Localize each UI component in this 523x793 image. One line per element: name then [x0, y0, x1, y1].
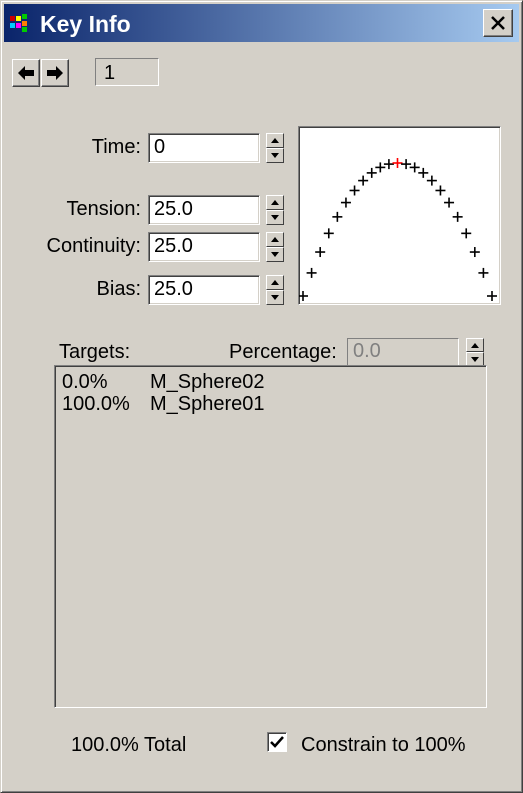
chevron-up-icon [271, 138, 279, 143]
curve-point [358, 175, 369, 186]
curve-point [349, 185, 360, 196]
app-icon [10, 14, 27, 32]
list-item[interactable]: 100.0% M_Sphere01 [55, 393, 486, 415]
chevron-up-icon [471, 342, 479, 348]
curve-point [315, 247, 326, 258]
bias-spinner[interactable] [266, 275, 284, 305]
spinner-up[interactable] [266, 275, 284, 290]
arrow-left-icon [18, 66, 34, 80]
curve-point [409, 162, 420, 173]
percentage-spinner[interactable] [466, 338, 484, 366]
spinner-down[interactable] [266, 148, 284, 163]
target-name: M_Sphere01 [150, 393, 265, 415]
bias-label: Bias: [96, 278, 141, 300]
chevron-down-icon [271, 153, 279, 158]
spinner-down[interactable] [266, 247, 284, 262]
target-percent: 100.0% [62, 393, 130, 415]
curve-point [401, 159, 412, 170]
curve-point [366, 167, 377, 178]
curve-point [375, 162, 386, 173]
curve-point [306, 267, 317, 278]
bias-input[interactable]: 25.0 [148, 275, 260, 305]
tension-label: Tension: [66, 198, 142, 220]
close-button[interactable] [483, 9, 513, 37]
spinner-up[interactable] [466, 338, 484, 352]
chevron-up-icon [271, 200, 279, 205]
chevron-down-icon [271, 295, 279, 300]
tension-input[interactable]: 25.0 [148, 195, 260, 225]
constrain-checkbox[interactable] [267, 732, 287, 752]
targets-label: Targets: [59, 341, 131, 363]
time-spinner[interactable] [266, 133, 284, 163]
curve-point [332, 211, 343, 222]
curve-point [469, 247, 480, 258]
chevron-down-icon [271, 215, 279, 220]
total-percentage: 100.0% Total [71, 734, 187, 756]
curve-point [340, 197, 351, 208]
curve-point [487, 291, 497, 301]
curve-point [323, 228, 334, 239]
previous-key-button[interactable] [12, 59, 40, 87]
percentage-label: Percentage: [229, 341, 337, 363]
curve-point [461, 228, 472, 239]
chevron-down-icon [271, 252, 279, 257]
chevron-up-icon [271, 237, 279, 242]
checkmark-icon [270, 736, 284, 748]
chevron-up-icon [271, 280, 279, 285]
tcb-curve-graph [298, 126, 501, 305]
curve-point [418, 167, 429, 178]
chevron-down-icon [471, 356, 479, 362]
time-label: Time: [91, 136, 141, 158]
continuity-input[interactable]: 25.0 [148, 232, 260, 262]
curve-point [298, 291, 308, 301]
spinner-up[interactable] [266, 195, 284, 210]
continuity-label: Continuity: [46, 235, 142, 257]
spinner-down[interactable] [466, 352, 484, 366]
next-key-button[interactable] [41, 59, 69, 87]
key-number-field[interactable]: 1 [95, 58, 159, 86]
continuity-spinner[interactable] [266, 232, 284, 262]
targets-list[interactable]: 0.0% M_Sphere02 100.0% M_Sphere01 [54, 365, 487, 708]
target-percent: 0.0% [62, 371, 108, 393]
curve-point [435, 185, 446, 196]
constrain-label[interactable]: Constrain to 100% [301, 734, 466, 757]
arrow-right-icon [47, 66, 63, 80]
title-bar[interactable]: Key Info [4, 4, 519, 42]
list-item[interactable]: 0.0% M_Sphere02 [55, 371, 486, 393]
key-marker [392, 158, 403, 168]
spinner-down[interactable] [266, 210, 284, 225]
percentage-input[interactable]: 0.0 [347, 338, 459, 366]
spinner-up[interactable] [266, 232, 284, 247]
time-input[interactable]: 0 [148, 133, 260, 163]
target-name: M_Sphere02 [150, 371, 265, 393]
tcb-curve-plot [298, 158, 497, 301]
tension-spinner[interactable] [266, 195, 284, 225]
curve-point [444, 197, 455, 208]
key-info-window: Key Info 1 Time: 0 Tension: 25.0 Continu… [0, 0, 523, 793]
curve-point [383, 159, 394, 170]
spinner-up[interactable] [266, 133, 284, 148]
close-icon [491, 16, 505, 30]
curve-point [426, 175, 437, 186]
window-title: Key Info [40, 11, 131, 37]
spinner-down[interactable] [266, 290, 284, 305]
curve-point [452, 211, 463, 222]
curve-point [478, 267, 489, 278]
